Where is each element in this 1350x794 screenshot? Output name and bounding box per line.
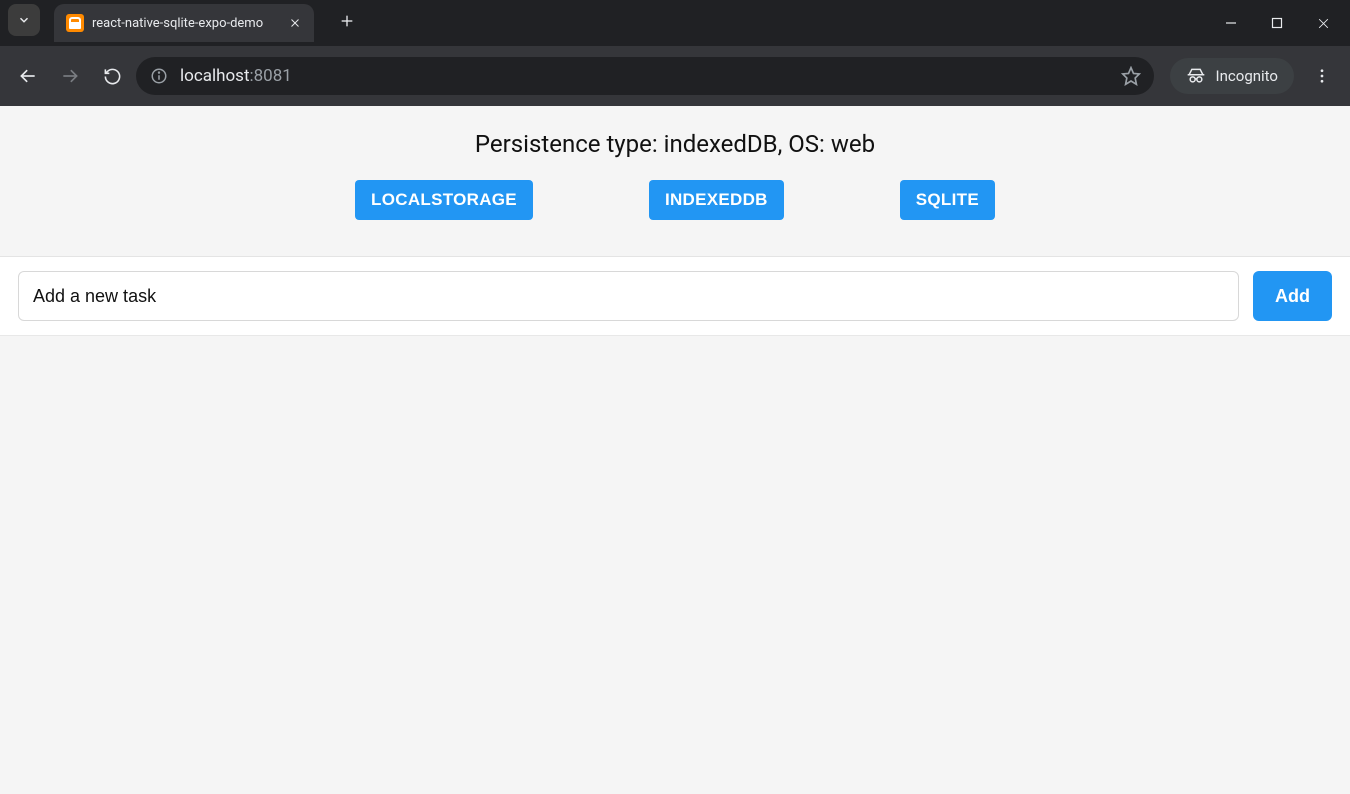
plus-icon (339, 13, 355, 29)
page-content: Persistence type: indexedDB, OS: web LOC… (0, 106, 1350, 794)
search-tabs-button[interactable] (8, 4, 40, 36)
close-icon (1317, 17, 1330, 30)
chevron-down-icon (17, 13, 31, 27)
new-tab-button[interactable] (332, 6, 362, 36)
tab-strip: react-native-sqlite-expo-demo (0, 0, 1350, 46)
incognito-icon (1186, 66, 1206, 86)
close-window-button[interactable] (1300, 3, 1346, 43)
tab-title: react-native-sqlite-expo-demo (92, 16, 278, 31)
browser-chrome: react-native-sqlite-expo-demo (0, 0, 1350, 106)
kebab-icon (1313, 67, 1331, 85)
sqlite-button[interactable]: SQLITE (900, 180, 995, 220)
browser-tab[interactable]: react-native-sqlite-expo-demo (54, 4, 314, 42)
minimize-button[interactable] (1208, 3, 1254, 43)
bookmark-button[interactable] (1120, 65, 1142, 87)
header-section: Persistence type: indexedDB, OS: web LOC… (0, 106, 1350, 256)
persistence-button-row: LOCALSTORAGE INDEXEDDB SQLITE (0, 180, 1350, 240)
browser-toolbar: localhost:8081 Incognito (0, 46, 1350, 106)
arrow-left-icon (18, 66, 38, 86)
favicon-icon (66, 14, 84, 32)
incognito-label: Incognito (1216, 67, 1278, 85)
indexeddb-button[interactable]: INDEXEDDB (649, 180, 784, 220)
new-task-input[interactable] (18, 271, 1239, 321)
window-controls (1208, 0, 1346, 46)
minimize-icon (1225, 17, 1237, 29)
browser-menu-button[interactable] (1304, 58, 1340, 94)
arrow-right-icon (60, 66, 80, 86)
info-icon (150, 67, 168, 85)
page-title: Persistence type: indexedDB, OS: web (0, 130, 1350, 158)
reload-icon (103, 67, 122, 86)
address-bar[interactable]: localhost:8081 (136, 57, 1154, 95)
tab-close-button[interactable] (286, 14, 304, 32)
url-port: :8081 (250, 66, 292, 86)
reload-button[interactable] (94, 58, 130, 94)
site-info-button[interactable] (148, 65, 170, 87)
close-icon (289, 17, 301, 29)
add-task-button[interactable]: Add (1253, 271, 1332, 321)
forward-button[interactable] (52, 58, 88, 94)
incognito-indicator[interactable]: Incognito (1170, 58, 1294, 94)
url-host: localhost (180, 66, 250, 86)
task-input-section: Add (0, 257, 1350, 336)
localstorage-button[interactable]: LOCALSTORAGE (355, 180, 533, 220)
url-text: localhost:8081 (180, 66, 292, 86)
maximize-icon (1271, 17, 1283, 29)
maximize-button[interactable] (1254, 3, 1300, 43)
back-button[interactable] (10, 58, 46, 94)
star-icon (1121, 66, 1141, 86)
